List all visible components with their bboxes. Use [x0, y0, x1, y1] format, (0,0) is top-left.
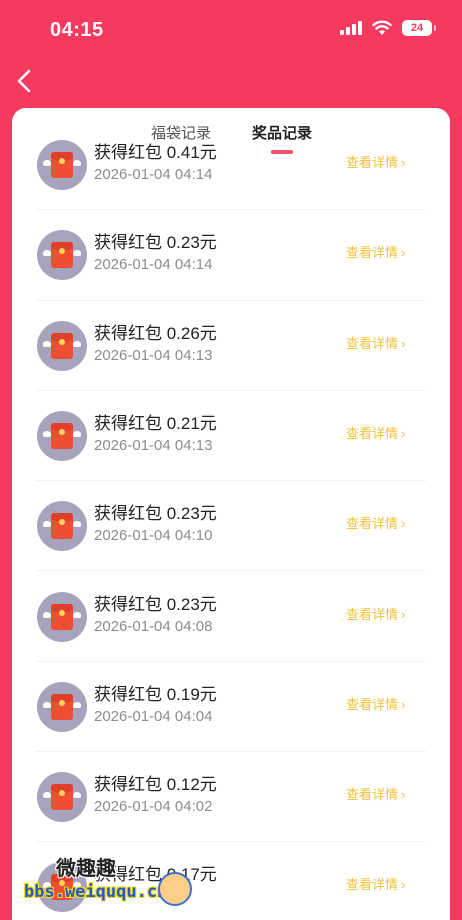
record-title: 获得红包 0.17元: [94, 865, 217, 885]
view-details-label: 查看详情: [346, 425, 399, 441]
battery-icon: 24: [402, 20, 436, 36]
record-title: 获得红包 0.41元: [94, 143, 217, 162]
view-details-label: 查看详情: [346, 787, 399, 803]
red-packet-icon: [51, 874, 73, 901]
wing-icon: [43, 701, 51, 708]
record-title: 获得红包 0.23元: [94, 504, 217, 524]
chevron-right-icon: ›: [401, 335, 406, 351]
record-row[interactable]: 获得红包 0.19元 2026-01-04 04:04 查看详情 ›: [12, 662, 450, 753]
status-icons: 24: [340, 20, 436, 36]
wing-icon: [43, 521, 51, 528]
record-row[interactable]: 获得红包 0.26元 2026-01-04 04:13 查看详情 ›: [12, 301, 450, 392]
records-card: 福袋记录 奖品记录 获得红包 0.41元 2026-01-04 04:14 查看详情…: [12, 108, 450, 920]
wing-icon: [43, 340, 51, 347]
wing-icon: [73, 340, 81, 347]
red-packet-avatar: [37, 591, 87, 642]
record-title: 获得红包 0.21元: [94, 413, 217, 433]
red-packet-icon: [51, 513, 73, 540]
view-details-link[interactable]: 查看详情 ›: [346, 784, 405, 803]
chevron-right-icon: ›: [401, 155, 406, 170]
view-details-link[interactable]: 查看详情 ›: [346, 513, 405, 532]
record-row[interactable]: 获得红包 0.41元 2026-01-04 04:14 查看详情 ›: [12, 120, 450, 211]
signal-icon: [340, 21, 362, 35]
red-packet-icon: [51, 693, 73, 720]
view-details-label: 查看详情: [346, 245, 399, 261]
wing-icon: [73, 430, 81, 437]
record-row[interactable]: 获得红包 0.23元 2026-01-04 04:10 查看详情 ›: [12, 481, 450, 572]
red-packet-avatar: [37, 320, 87, 371]
record-time: 2026-01-04 04:04: [94, 707, 213, 725]
wing-icon: [73, 882, 81, 889]
record-time: 2026-01-04 04:02: [94, 798, 213, 816]
chevron-right-icon: ›: [401, 696, 406, 712]
red-packet-avatar: [37, 230, 87, 281]
wing-icon: [43, 160, 51, 166]
view-details-link[interactable]: 查看详情 ›: [346, 242, 405, 261]
chevron-right-icon: ›: [401, 516, 406, 532]
record-time: 2026-01-04 04:13: [94, 436, 213, 454]
wing-icon: [43, 611, 51, 618]
status-time: 04:15: [50, 19, 104, 41]
red-packet-avatar: [37, 501, 87, 552]
wing-icon: [43, 792, 51, 799]
view-details-label: 查看详情: [346, 335, 399, 351]
view-details-label: 查看详情: [346, 516, 399, 532]
red-packet-avatar: [37, 862, 87, 913]
view-details-link[interactable]: 查看详情 ›: [346, 333, 405, 352]
view-details-label: 查看详情: [346, 696, 399, 712]
view-details-link[interactable]: 查看详情 ›: [346, 694, 405, 713]
record-time: 2026-01-04 04:10: [94, 527, 213, 545]
wing-icon: [73, 792, 81, 799]
red-packet-icon: [51, 242, 73, 269]
red-packet-icon: [51, 152, 73, 178]
back-button[interactable]: [10, 66, 40, 96]
record-title: 获得红包 0.23元: [94, 594, 217, 614]
wing-icon: [43, 430, 51, 437]
view-details-link[interactable]: 查看详情 ›: [346, 423, 405, 442]
prize-records-screen: 04:15 24 福袋记录 奖品记录 获得红包 0.41元 2026-01-04 …: [0, 0, 462, 920]
red-packet-avatar: [37, 772, 87, 823]
record-title: 获得红包 0.26元: [94, 323, 217, 343]
record-title: 获得红包 0.23元: [94, 233, 217, 253]
red-packet-icon: [51, 332, 73, 359]
wing-icon: [73, 611, 81, 618]
view-details-label: 查看详情: [346, 606, 399, 622]
chevron-left-icon: [17, 69, 31, 93]
view-details-label: 查看详情: [346, 155, 399, 170]
red-packet-avatar: [37, 140, 87, 190]
record-title: 获得红包 0.19元: [94, 684, 217, 704]
record-row[interactable]: 获得红包 0.23元 2026-01-04 04:14 查看详情 ›: [12, 210, 450, 301]
red-packet-avatar: [37, 410, 87, 461]
red-packet-icon: [51, 603, 73, 630]
view-details-label: 查看详情: [346, 877, 399, 893]
wing-icon: [43, 882, 51, 889]
record-title: 获得红包 0.12元: [94, 775, 217, 795]
wing-icon: [43, 250, 51, 257]
chevron-right-icon: ›: [401, 606, 406, 622]
record-time: 2026-01-04 04:14: [94, 256, 213, 274]
wing-icon: [73, 701, 81, 708]
record-time: 2026-01-04 04:08: [94, 617, 213, 635]
chevron-right-icon: ›: [401, 877, 406, 893]
view-details-link[interactable]: 查看详情 ›: [346, 604, 405, 623]
record-row[interactable]: 获得红包 0.21元 2026-01-04 04:13 查看详情 ›: [12, 391, 450, 482]
record-row[interactable]: 获得红包 0.23元 2026-01-04 04:08 查看详情 ›: [12, 572, 450, 663]
record-row[interactable]: 获得红包 0.12元 2026-01-04 04:02 查看详情 ›: [12, 752, 450, 843]
wing-icon: [73, 250, 81, 257]
record-row[interactable]: 获得红包 0.17元 查看详情 ›: [12, 842, 450, 920]
view-details-link[interactable]: 查看详情 ›: [346, 152, 405, 171]
record-time: 2026-01-04 04:14: [94, 166, 213, 183]
red-packet-icon: [51, 784, 73, 811]
record-time: 2026-01-04 04:13: [94, 346, 213, 364]
wifi-icon: [372, 20, 392, 35]
chevron-right-icon: ›: [401, 425, 406, 441]
wing-icon: [73, 160, 81, 166]
red-packet-avatar: [37, 681, 87, 732]
chevron-right-icon: ›: [401, 245, 406, 261]
wing-icon: [73, 521, 81, 528]
red-packet-icon: [51, 422, 73, 449]
chevron-right-icon: ›: [401, 787, 406, 803]
status-bar: 04:15 24: [0, 0, 462, 60]
view-details-link[interactable]: 查看详情 ›: [346, 874, 405, 893]
